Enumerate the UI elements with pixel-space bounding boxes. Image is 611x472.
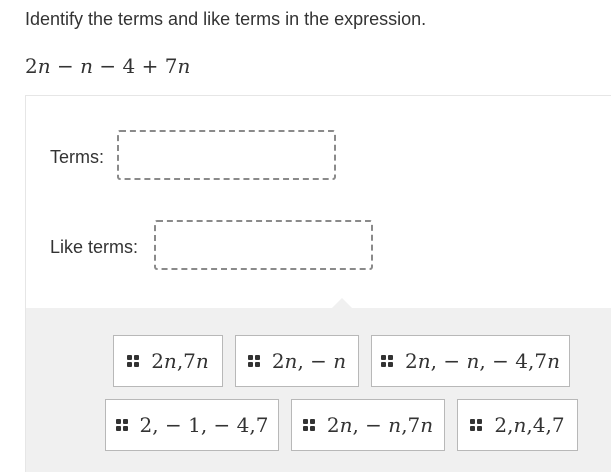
choice-text: 2n,7n (151, 349, 209, 373)
choice-text: 2,n,4,7 (494, 413, 565, 437)
math-expression: 2n − n − 4 + 7n (25, 54, 191, 78)
choice-text: 2, − 1, − 4,7 (139, 413, 269, 437)
terms-drop-zone[interactable] (117, 130, 336, 180)
drag-handle-icon (470, 419, 483, 431)
like-terms-drop-zone[interactable] (154, 220, 373, 270)
choice-text: 2n, − n (271, 349, 347, 373)
choice-tile[interactable]: 2, − 1, − 4,7 (105, 399, 279, 451)
tray-pointer (331, 298, 353, 309)
choice-text: 2n, − n, − 4,7n (405, 349, 560, 373)
terms-label: Terms: (50, 147, 104, 167)
drag-handle-icon (127, 355, 140, 367)
choice-tile[interactable]: 2n, − n,7n (291, 399, 445, 451)
choice-tile[interactable]: 2n, − n (235, 335, 359, 387)
drag-handle-icon (247, 355, 260, 367)
drag-handle-icon (115, 419, 128, 431)
choice-tile[interactable]: 2n,7n (113, 335, 223, 387)
like-terms-label: Like terms: (50, 237, 139, 257)
choice-text: 2n, − n,7n (326, 413, 434, 437)
drag-handle-icon (302, 419, 315, 431)
choice-tile[interactable]: 2,n,4,7 (457, 399, 578, 451)
drag-handle-icon (381, 355, 394, 367)
question-prompt: Identify the terms and like terms in the… (25, 9, 427, 29)
choice-tile[interactable]: 2n, − n, − 4,7n (371, 335, 570, 387)
